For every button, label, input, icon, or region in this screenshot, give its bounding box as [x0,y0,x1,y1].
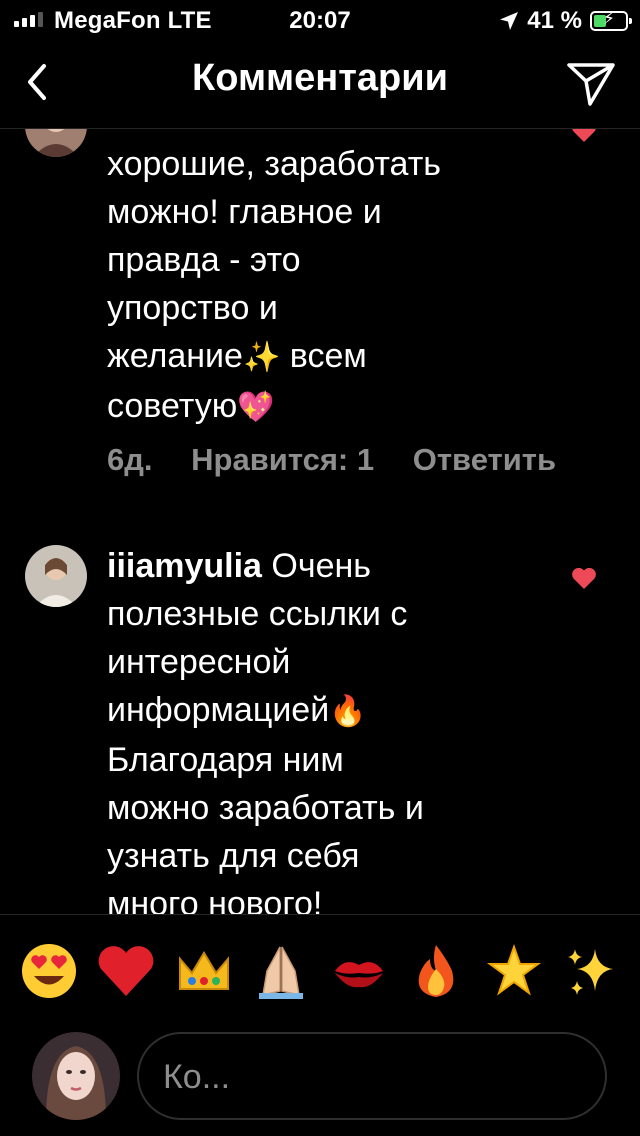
paper-plane-icon [567,63,615,106]
emoji-crown-button[interactable] [172,939,236,1003]
comment-input-placeholder: Ко... [163,1058,231,1096]
battery-percent: 41 % [527,7,582,34]
page-title: Комментарии [192,57,448,99]
comment-text: iiiamyulia Очень полезные ссылки с интер… [107,547,424,914]
comment-list[interactable]: хорошие, заработать можно! главное и пра… [0,129,640,914]
status-bar: MegaFon LTE 20:07 41 % ⚡ [0,0,640,40]
battery-icon: ⚡ [590,9,632,31]
emoji-quick-bar [0,938,640,1004]
current-user-avatar [32,1032,120,1120]
comment-username[interactable]: iiiamyulia [107,547,262,585]
likes-count-button[interactable]: Нравится: 1 [191,442,374,477]
fire-emoji: 🔥 [329,694,367,729]
fire-emoji-icon [418,945,454,997]
glowing-star-emoji-icon [486,943,541,996]
share-button[interactable] [564,56,618,110]
heart-eyes-emoji-icon [21,944,76,998]
charging-bolt-icon: ⚡ [603,9,615,28]
sparkles-emoji: ✨ [242,340,281,375]
red-heart-emoji-icon [98,946,154,996]
comment-text: хорошие, заработать можно! главное и пра… [107,145,442,425]
emoji-sparkles-button[interactable] [559,939,623,1003]
emoji-praying-hands-button[interactable] [249,939,313,1003]
status-right: 41 % ⚡ [499,7,632,35]
crown-emoji-icon [178,951,229,990]
praying-hands-emoji-icon [259,946,304,999]
sparkles-emoji-icon [568,949,614,995]
like-heart-icon[interactable] [571,566,597,590]
input-divider [0,914,640,915]
emoji-heart-eyes-button[interactable] [17,939,81,1003]
commenter-avatar[interactable] [25,129,87,157]
comment-meta: 6д. Нравится: 1 Ответить [107,442,586,478]
location-arrow-icon [500,12,519,30]
emoji-kiss-mark-button[interactable] [327,939,391,1003]
sparkling-heart-emoji: 💖 [237,390,275,425]
comment-time: 6д. [107,442,153,477]
commenter-avatar[interactable] [25,545,87,607]
emoji-fire-button[interactable] [404,939,468,1003]
reply-button[interactable]: Ответить [413,442,556,477]
emoji-red-heart-button[interactable] [94,939,158,1003]
like-heart-icon[interactable] [571,129,597,143]
comment-input[interactable]: Ко... [137,1032,607,1120]
header: Комментарии [0,40,640,126]
emoji-glowing-star-button[interactable] [482,939,546,1003]
kiss-mark-emoji-icon [334,962,383,988]
